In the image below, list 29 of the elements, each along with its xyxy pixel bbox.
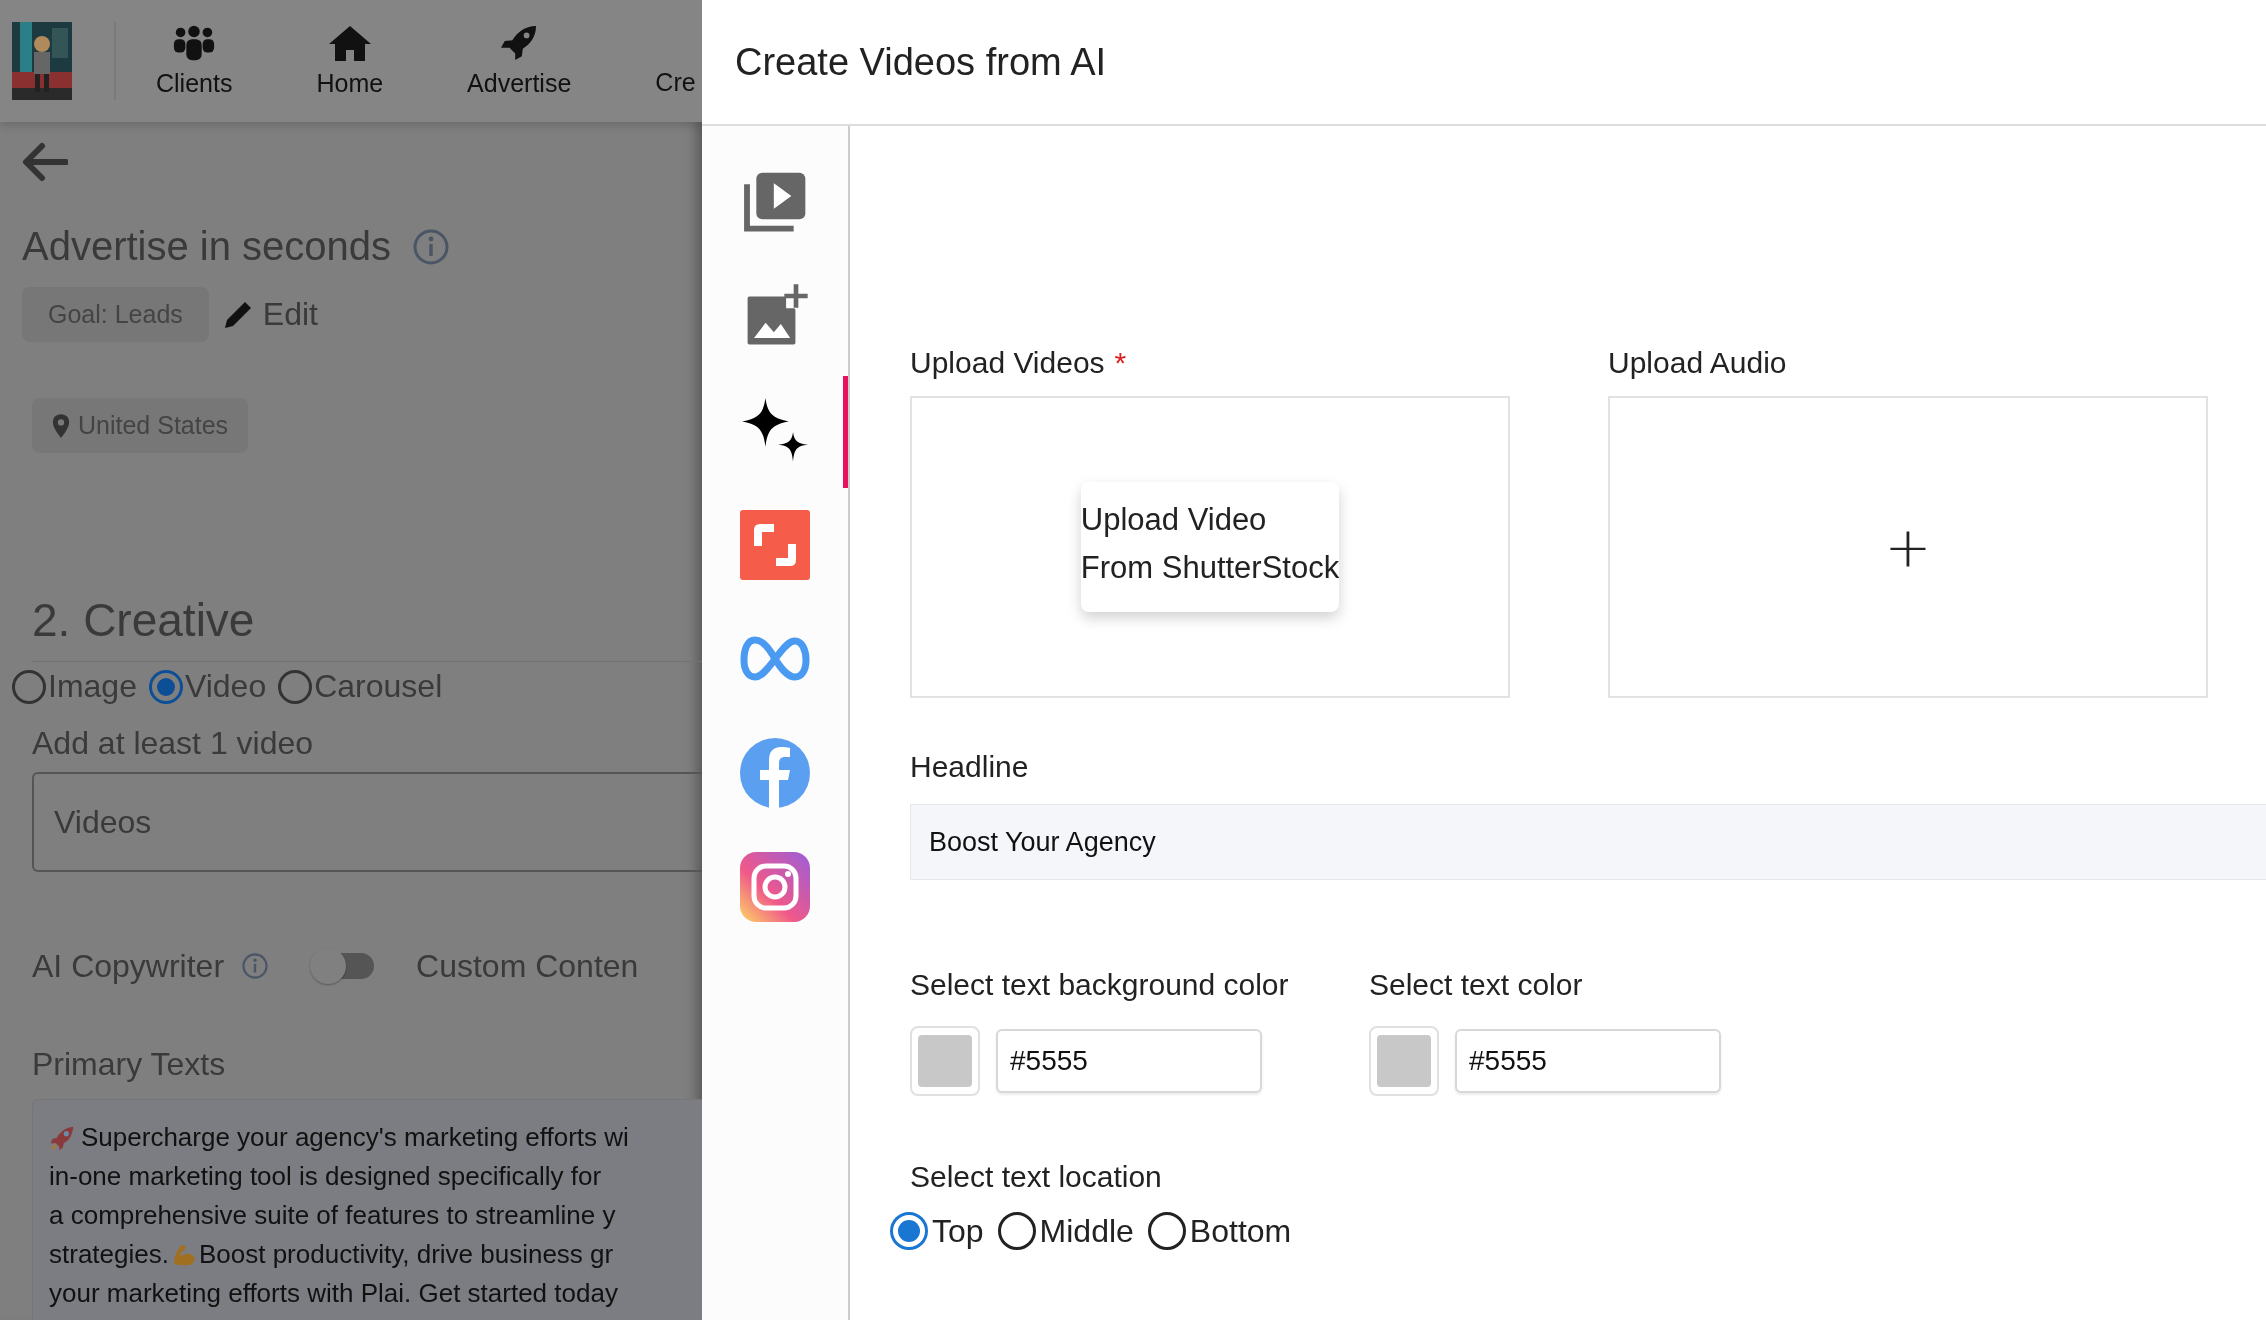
section-title: 2. Creative [32,593,256,647]
required-asterisk: * [1114,346,1127,379]
color-label: Select text background color [910,968,1290,1002]
nav-item[interactable]: Advertise [467,24,572,98]
color-label: Select text color [1369,968,1584,1002]
nav-item[interactable]: Cre [655,25,696,97]
primary-texts-label: Primary Texts [32,1046,227,1083]
nav-item[interactable]: Home [316,24,384,98]
headline-field[interactable]: Boost Your Agency [910,804,2266,880]
color-field[interactable]: #5555 [1455,1029,1721,1093]
headline-label: Headline [910,750,1030,784]
drawer-title: Create Videos from AI [735,40,1107,84]
videos-label: Add at least 1 video [32,725,315,762]
primary-text-field[interactable]: Supercharge your agency's marketing efforts wi in-one marketing tool is designed specifically for a comprehensive suite of features to streamline y strategies. Boost productivity, drive business gr your marketing efforts with Plai. Get started today [32,1099,702,1320]
ai-copywriter-label: AI Copywriter [32,947,225,985]
location-radio[interactable]: Bottom [1147,1212,1292,1250]
location-radio[interactable]: Top [890,1212,984,1250]
videos-field[interactable]: Videos [32,772,702,872]
video-drop-zone[interactable]: Upload Video From ShutterStock [910,396,1510,698]
color-field[interactable]: #5555 [996,1029,1262,1093]
upload-audio-label: Upload Audio [1608,346,1787,379]
text-location-label: Select text location [910,1160,1163,1194]
page-title: Advertise in seconds [22,224,392,269]
custom-content-label: Custom Conten [416,947,639,985]
location-radio[interactable]: Middle [997,1212,1134,1250]
upload-videos-label: Upload Videos [910,346,1105,379]
shutterstock-upload-button[interactable]: Upload Video From ShutterStock [1080,482,1340,612]
nav-item[interactable]: Clients [156,24,233,98]
add-audio-button[interactable]: + [1884,519,1932,575]
